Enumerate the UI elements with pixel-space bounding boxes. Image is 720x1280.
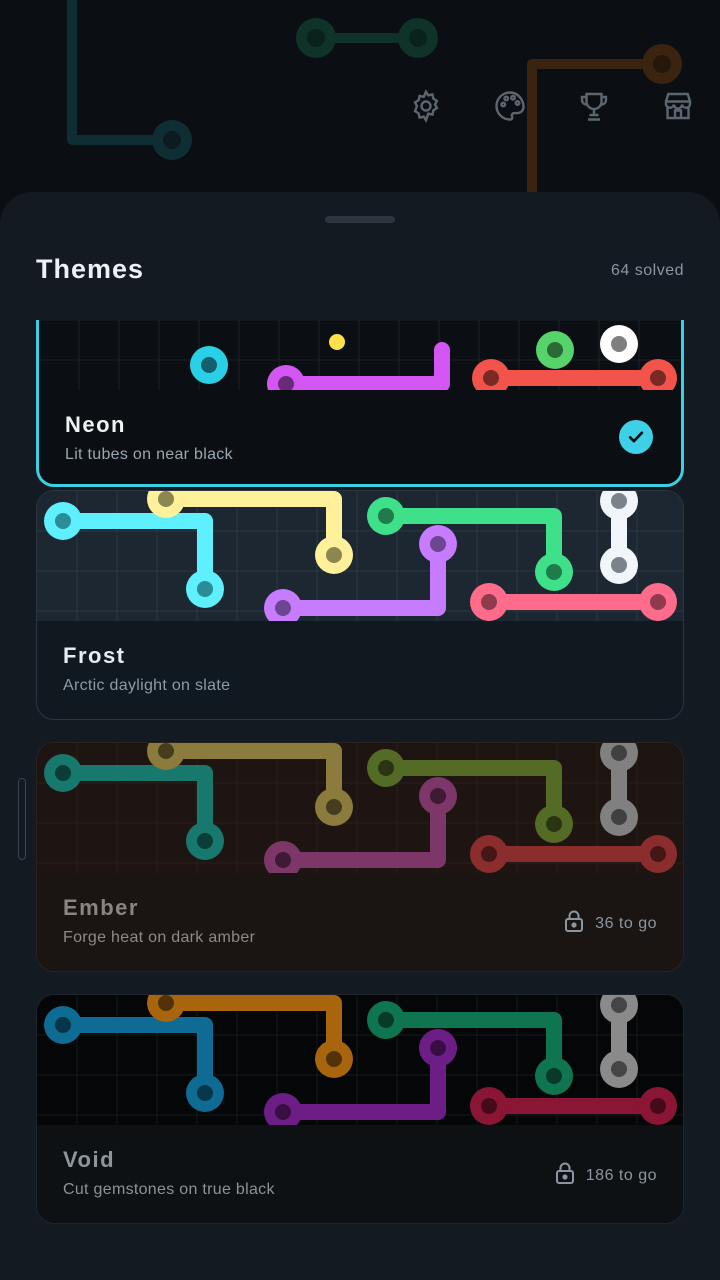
scrollbar-thumb[interactable] [18,778,26,860]
gear-icon[interactable] [404,84,448,128]
theme-preview [37,491,683,621]
sheet-title: Themes [36,254,145,284]
lock-icon [554,1161,576,1190]
theme-description: Cut gemstones on true black [63,1181,275,1198]
theme-name: Ember [63,895,139,920]
palette-icon[interactable] [488,84,532,128]
theme-description: Forge heat on dark amber [63,929,256,946]
store-icon[interactable] [656,84,700,128]
themes-sheet: Themes 64 solved Neon Lit tubes on near … [0,192,720,1280]
check-icon [619,420,653,454]
theme-preview [37,743,683,873]
theme-preview [39,320,681,390]
unlock-progress: 36 to go [595,914,657,932]
theme-preview [37,995,683,1125]
themes-list[interactable]: Neon Lit tubes on near black Frost Arcti… [0,320,720,1280]
solved-count: 64 solved [611,262,684,279]
sheet-handle[interactable] [325,216,395,223]
unlock-progress: 186 to go [585,1166,657,1184]
theme-card-frost[interactable]: Frost Arctic daylight on slate [36,490,684,720]
theme-description: Arctic daylight on slate [63,677,231,694]
lock-icon [563,909,585,938]
theme-name: Neon [65,412,126,437]
trophy-icon[interactable] [572,84,616,128]
theme-name: Frost [63,643,126,668]
theme-name: Void [63,1147,116,1172]
theme-card-neon[interactable]: Neon Lit tubes on near black [36,320,684,487]
theme-card-ember[interactable]: Ember Forge heat on dark amber 36 to go [36,742,684,972]
theme-card-void[interactable]: Void Cut gemstones on true black 186 to … [36,994,684,1224]
theme-description: Lit tubes on near black [65,446,233,463]
